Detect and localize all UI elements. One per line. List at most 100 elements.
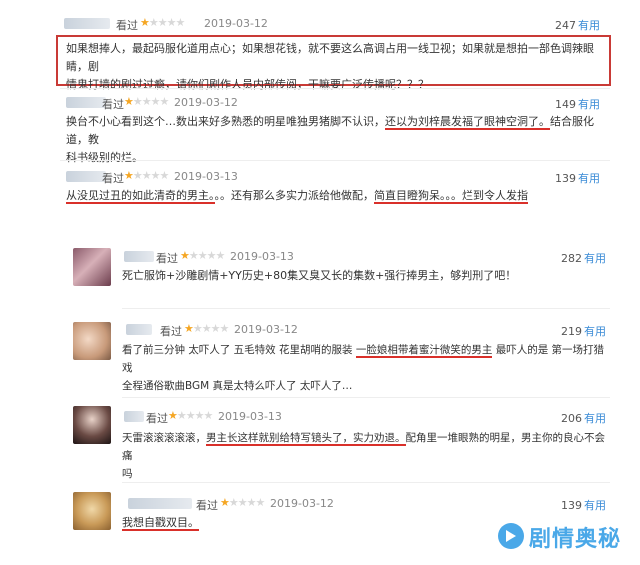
underlined-segment: 从没见过丑的如此清奇的男主。: [66, 189, 215, 204]
avatar[interactable]: [73, 248, 111, 286]
rating-stars: ★★★★★: [168, 409, 213, 422]
useful-label: 有用: [578, 172, 600, 185]
review-item: 看过 ★★★★★ 2019-03-12 149 有用: [60, 95, 600, 111]
review-date: 2019-03-12: [270, 497, 334, 510]
useful-count: 219: [561, 325, 582, 338]
useful-button[interactable]: 247 有用: [555, 17, 600, 33]
review-text: 天雷滚滚滚滚滚，男主长这样就别给特写镜头了，实力劝退。配角里一堆眼熟的明星，男主…: [122, 429, 612, 483]
review-text-line: 科书级别的烂。: [66, 151, 143, 164]
divider: [60, 160, 610, 161]
review-text-line: 从没见过丑的如此清奇的男主。。。还有那么多实力派给他做配，简直目瞪狗呆。。。烂到…: [66, 187, 606, 205]
review-meta: 看过 ★★★★★ 2019-03-13 206 有用: [122, 409, 606, 425]
review-date: 2019-03-12: [204, 17, 268, 30]
review-text-line: 吗: [122, 468, 133, 480]
review-meta: 看过 ★★★★★ 2019-03-13 139 有用: [60, 169, 600, 185]
review-text-line: 看了前三分钟 太吓人了 五毛特效 花里胡哨的服装 一脸娘相带着蜜汁微笑的男主 最…: [122, 341, 612, 377]
useful-button[interactable]: 282 有用: [561, 250, 606, 266]
underlined-segment: 男主长这样就别给特写镜头了，实力劝退。: [206, 432, 406, 446]
review-text: 我想自戳双目。: [122, 514, 422, 532]
watched-label: 看过: [116, 19, 138, 32]
useful-count: 282: [561, 252, 582, 265]
review-text: 从没见过丑的如此清奇的男主。。。还有那么多实力派给他做配，简直目瞪狗呆。。。烂到…: [66, 187, 606, 205]
watched-label: 看过: [146, 412, 168, 425]
review-text-line: 全程通俗歌曲BGM 真是太特么吓人了 太吓人了…: [122, 380, 353, 392]
rating-stars: ★★★★★: [184, 322, 229, 335]
useful-label: 有用: [584, 252, 606, 265]
useful-button[interactable]: 139 有用: [555, 170, 600, 186]
watched-label: 看过: [102, 172, 124, 185]
username-blurred[interactable]: [124, 251, 154, 262]
useful-count: 139: [561, 499, 582, 512]
username-blurred[interactable]: [124, 411, 144, 422]
review-date: 2019-03-12: [174, 96, 238, 109]
review-text: 换台不小心看到这个…数出来好多熟悉的明星唯独男猪脚不认识，还以为刘梓晨发福了眼神…: [66, 113, 606, 167]
review-item: 看过 ★★★★★ 2019-03-12 219 有用: [122, 322, 606, 338]
review-date: 2019-03-13: [230, 250, 294, 263]
divider: [122, 397, 610, 398]
review-text-line: 死亡服饰+沙雕剧情+YY历史+80集又臭又长的集数+强行捧男主，够判刑了吧！: [122, 269, 517, 282]
useful-button[interactable]: 206 有用: [561, 410, 606, 426]
useful-button[interactable]: 139 有用: [561, 497, 606, 513]
useful-label: 有用: [578, 98, 600, 111]
rating-stars: ★★★★★: [180, 249, 225, 262]
useful-label: 有用: [584, 412, 606, 425]
divider: [122, 308, 610, 309]
watermark-logo-icon: [498, 523, 524, 549]
avatar[interactable]: [73, 492, 111, 530]
text-segment: 。。还有那么多实力派给他做配，: [214, 189, 375, 202]
watermark-text: 剧情奥秘: [529, 527, 622, 552]
useful-label: 有用: [584, 325, 606, 338]
review-meta: 看过 ★★★★★ 2019-03-12 247 有用: [60, 16, 600, 32]
review-meta: 看过 ★★★★★ 2019-03-12 139 有用: [122, 496, 606, 512]
watched-label: 看过: [102, 98, 124, 111]
review-text: 看了前三分钟 太吓人了 五毛特效 花里胡哨的服装 一脸娘相带着蜜汁微笑的男主 最…: [122, 341, 612, 395]
review-meta: 看过 ★★★★★ 2019-03-12 219 有用: [122, 322, 606, 338]
review-item: 看过 ★★★★★ 2019-03-13 139 有用: [60, 169, 600, 185]
avatar[interactable]: [73, 406, 111, 444]
review-date: 2019-03-13: [174, 170, 238, 183]
useful-button[interactable]: 219 有用: [561, 323, 606, 339]
text-segment: 看了前三分钟 太吓人了 五毛特效 花里胡哨的服装: [122, 344, 356, 356]
useful-count: 247: [555, 19, 576, 32]
rating-stars: ★★★★★: [124, 169, 169, 182]
text-segment: 换台不小心看到这个…数出来好多熟悉的明星唯独男猪脚不认识，: [66, 115, 385, 128]
review-item: 看过 ★★★★★ 2019-03-13 282 有用: [122, 249, 606, 265]
divider: [60, 88, 610, 89]
username-blurred[interactable]: [64, 18, 110, 29]
review-text-line: 换台不小心看到这个…数出来好多熟悉的明星唯独男猪脚不认识，还以为刘梓晨发福了眼神…: [66, 113, 606, 149]
underlined-segment: 简直目瞪狗呆。。。烂到令人发指: [374, 189, 528, 204]
review-text-line: 情鬼打墙的剧过过瘾，请你们剧作人员内部传阅，干嘛要广泛传播呢？？？: [66, 78, 429, 91]
username-blurred[interactable]: [128, 498, 192, 509]
review-text: 死亡服饰+沙雕剧情+YY历史+80集又臭又长的集数+强行捧男主，够判刑了吧！: [122, 267, 606, 285]
rating-stars: ★★★★★: [140, 16, 185, 29]
watched-label: 看过: [160, 325, 182, 338]
rating-stars: ★★★★★: [124, 95, 169, 108]
text-segment: 天雷滚滚滚滚滚，: [122, 432, 206, 444]
useful-count: 139: [555, 172, 576, 185]
useful-label: 有用: [584, 499, 606, 512]
review-meta: 看过 ★★★★★ 2019-03-12 149 有用: [60, 95, 600, 111]
username-blurred[interactable]: [66, 171, 106, 182]
review-date: 2019-03-12: [234, 323, 298, 336]
username-blurred[interactable]: [126, 324, 152, 335]
useful-label: 有用: [578, 19, 600, 32]
underlined-segment: 还以为刘梓晨发福了眼神空洞了。: [385, 115, 550, 130]
review-text-line: 如果想捧人，最起码服化道用点心；如果想花钱，就不要这么高调占用一线卫视；如果就是…: [66, 42, 594, 73]
review-meta: 看过 ★★★★★ 2019-03-13 282 有用: [122, 249, 606, 265]
divider: [122, 482, 610, 483]
review-item: 看过 ★★★★★ 2019-03-12 139 有用: [122, 496, 606, 512]
underlined-segment: 一脸娘相带着蜜汁微笑的男主: [355, 344, 493, 358]
review-item: 看过 ★★★★★ 2019-03-13 206 有用: [122, 409, 606, 425]
review-text-line: 我想自戳双目。: [122, 514, 422, 532]
useful-button[interactable]: 149 有用: [555, 96, 600, 112]
rating-stars: ★★★★★: [220, 496, 265, 509]
review-text: 如果想捧人，最起码服化道用点心；如果想花钱，就不要这么高调占用一线卫视；如果就是…: [66, 40, 606, 94]
review-text-line: 天雷滚滚滚滚滚，男主长这样就别给特写镜头了，实力劝退。配角里一堆眼熟的明星，男主…: [122, 429, 612, 465]
watched-label: 看过: [156, 252, 178, 265]
avatar[interactable]: [73, 322, 111, 360]
useful-count: 149: [555, 98, 576, 111]
underlined-segment: 我想自戳双目。: [122, 516, 199, 531]
review-date: 2019-03-13: [218, 410, 282, 423]
watched-label: 看过: [196, 499, 218, 512]
username-blurred[interactable]: [66, 97, 106, 108]
